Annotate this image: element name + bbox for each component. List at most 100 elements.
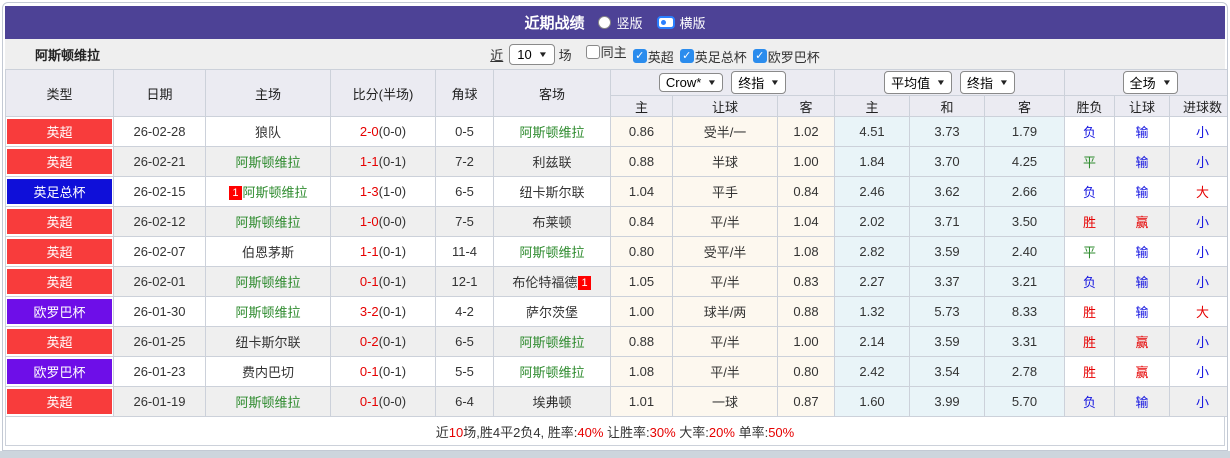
checkbox-checked-icon[interactable]: ✓	[679, 49, 694, 64]
handicap-cell: 平/半	[672, 266, 778, 297]
avg-away-cell: 1.79	[984, 116, 1066, 147]
filter-controls: 近 10 ▼ 场 同主 ✓ 英超 ✓ 英足总杯 ✓ 欧罗巴杯	[490, 42, 820, 66]
corner-cell: 6-5	[435, 176, 494, 207]
layout-radio-vertical[interactable]: 竖版	[598, 13, 643, 32]
results-table: 类型 日期 主场 比分(半场) 角球 客场 Crow* ▼ 终指 ▼ 平均值 ▼…	[5, 69, 1227, 417]
summary-label: 单率:	[734, 424, 769, 440]
filter-checkbox-label: 同主	[600, 45, 627, 61]
scope-select[interactable]: 全场 ▼	[1122, 71, 1178, 94]
league-badge: 英超	[7, 209, 112, 234]
checkbox-checked-icon[interactable]: ✓	[752, 49, 767, 64]
summary-label: 场,胜4平2负4, 胜率:	[463, 424, 578, 440]
layout-radio-horizontal[interactable]: 横版	[656, 13, 706, 32]
average-select-group: 平均值 ▼ 终指 ▼	[834, 69, 1066, 96]
filter-checkbox-1[interactable]: ✓ 英超	[632, 47, 674, 66]
filter-checkbox-0[interactable]: 同主	[585, 42, 627, 61]
sub-header-avg-draw: 和	[909, 95, 986, 117]
avg-draw-cell: 3.71	[909, 206, 986, 237]
summary-label: 近	[435, 424, 449, 440]
avg-home-cell: 1.32	[834, 296, 911, 327]
radio-selected-icon[interactable]	[656, 16, 675, 29]
sub-header-avg-away: 客	[984, 95, 1066, 117]
crow-away-odds-cell: 1.02	[776, 116, 836, 147]
crow-home-odds-cell: 1.08	[610, 356, 673, 387]
near-link[interactable]: 近	[490, 45, 503, 64]
home-team-name: 阿斯顿维拉	[235, 305, 301, 320]
goals-result-cell: 小	[1169, 146, 1227, 177]
title-bar: 近期战绩 竖版 横版	[5, 6, 1225, 39]
avg-home-cell: 4.51	[834, 116, 911, 147]
date-cell: 26-02-07	[113, 236, 206, 267]
home-team-name: 纽卡斯尔联	[235, 335, 301, 350]
odds-company-select[interactable]: Crow* ▼	[658, 73, 724, 92]
home-team-cell: 阿斯顿维拉	[205, 146, 331, 177]
table-row: 英超 26-02-28 狼队 2-0(0-0) 0-5 阿斯顿维拉 0.86 受半/一 1.02…	[5, 116, 1227, 147]
date-cell: 26-01-25	[113, 326, 206, 357]
away-team-cell: 阿斯顿维拉	[493, 356, 611, 387]
filter-checkbox-2[interactable]: ✓ 英足总杯	[679, 47, 747, 66]
corner-cell: 12-1	[435, 266, 494, 297]
home-team-cell: 阿斯顿维拉	[205, 206, 331, 237]
halftime-score: (0-1)	[378, 244, 407, 259]
handicap-cell: 平手	[672, 176, 778, 207]
league-badge: 英超	[7, 149, 112, 174]
fulltime-score: 0-1	[359, 394, 379, 409]
avg-draw-cell: 3.70	[909, 146, 986, 177]
result-cell: 胜	[1064, 206, 1116, 237]
league-badge: 英超	[7, 269, 112, 294]
home-team-name: 阿斯顿维拉	[235, 395, 301, 410]
avg-home-cell: 2.82	[834, 236, 911, 267]
radio-vertical-label: 竖版	[616, 16, 643, 31]
halftime-score: (0-1)	[378, 304, 407, 319]
league-type-cell: 英足总杯	[5, 176, 114, 207]
summary-value: 10	[448, 424, 464, 440]
handicap-result-cell: 赢	[1114, 356, 1171, 387]
result-cell: 平	[1064, 236, 1116, 267]
result-cell: 胜	[1064, 356, 1116, 387]
home-team-name: 费内巴切	[241, 365, 294, 380]
score-cell: 1-0(0-0)	[330, 206, 436, 237]
away-team-cell: 布莱顿	[493, 206, 611, 237]
table-row: 英超 26-02-21 阿斯顿维拉 1-1(0-1) 7-2 利兹联 0.88 半球 1.00 1…	[5, 146, 1227, 177]
avg-draw-cell: 3.99	[909, 386, 986, 417]
away-team-cell: 利兹联	[493, 146, 611, 177]
corner-cell: 4-2	[435, 296, 494, 327]
chevron-down-icon: ▼	[935, 78, 947, 87]
corner-cell: 11-4	[435, 236, 494, 267]
red-card-badge: 1	[229, 186, 242, 200]
red-card-badge: 1	[578, 276, 591, 290]
average-select[interactable]: 平均值 ▼	[884, 71, 953, 94]
col-header-score: 比分(半场)	[330, 69, 436, 117]
checkbox-checked-icon[interactable]: ✓	[632, 49, 647, 64]
summary-label: 让胜率:	[603, 424, 650, 440]
away-team-cell: 布伦特福德 1	[493, 266, 611, 297]
avg-draw-cell: 3.54	[909, 356, 986, 387]
panel-title: 近期战绩	[524, 15, 585, 32]
crow-home-odds-cell: 0.86	[610, 116, 673, 147]
match-count-select[interactable]: 10 ▼	[509, 43, 555, 65]
table-row: 欧罗巴杯 26-01-23 费内巴切 0-1(0-1) 5-5 阿斯顿维拉 1.08 平/半 0…	[5, 356, 1227, 387]
radio-unselected-icon[interactable]	[598, 16, 612, 29]
handicap-cell: 平/半	[672, 356, 778, 387]
final-odds-value-1: 终指	[738, 76, 765, 91]
checkbox-unchecked-icon[interactable]	[585, 44, 600, 59]
away-team-name: 利兹联	[532, 155, 572, 170]
halftime-score: (0-0)	[378, 394, 407, 409]
odds-select-group: Crow* ▼ 终指 ▼	[609, 69, 836, 96]
league-type-cell: 英超	[5, 386, 114, 417]
fulltime-score: 1-1	[359, 154, 379, 169]
final-odds-select-2[interactable]: 终指 ▼	[960, 71, 1015, 94]
away-team-cell: 阿斯顿维拉	[493, 326, 611, 357]
handicap-cell: 一球	[672, 386, 778, 417]
corner-cell: 5-5	[435, 356, 494, 387]
sub-header-result: 胜负	[1064, 95, 1116, 117]
avg-home-cell: 2.42	[834, 356, 911, 387]
filter-checkbox-3[interactable]: ✓ 欧罗巴杯	[752, 47, 820, 66]
final-odds-select-1[interactable]: 终指 ▼	[731, 71, 787, 94]
score-cell: 1-1(0-1)	[330, 236, 436, 267]
date-cell: 26-01-19	[113, 386, 206, 417]
goals-result-cell: 小	[1169, 386, 1227, 417]
chevron-down-icon: ▼	[537, 49, 548, 59]
fulltime-score: 3-2	[359, 304, 379, 319]
chevron-down-icon: ▼	[707, 78, 718, 87]
